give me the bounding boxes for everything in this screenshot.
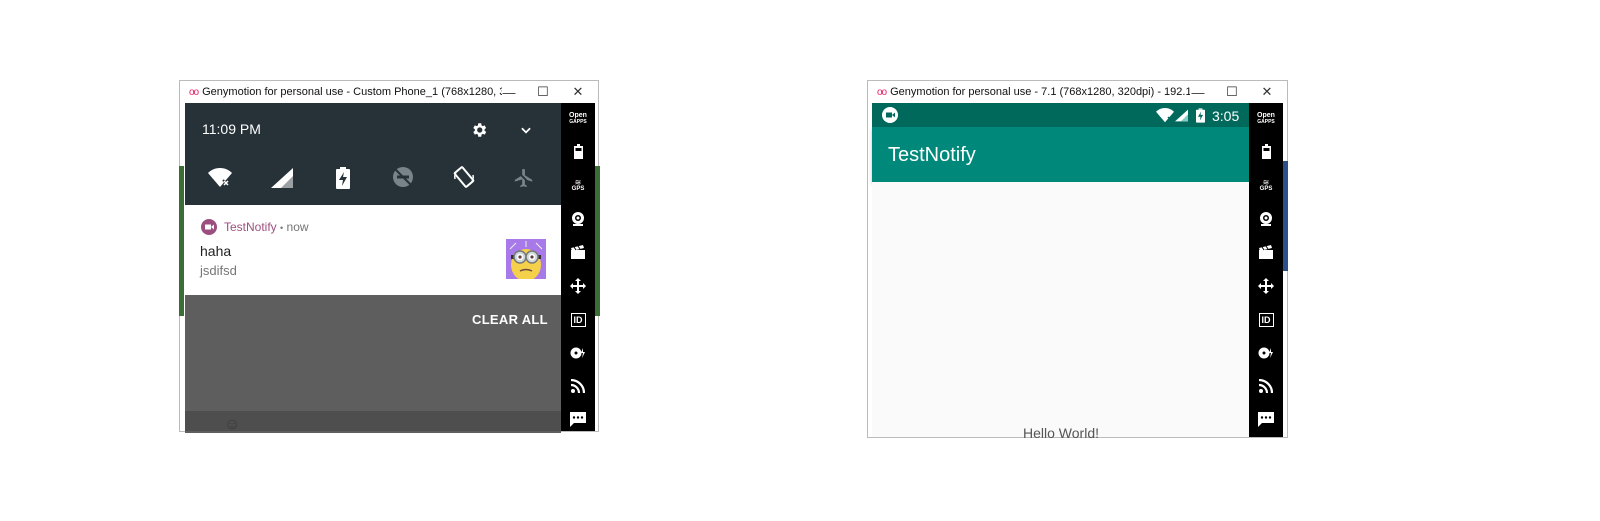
id-icon[interactable]: ID bbox=[561, 310, 595, 330]
status-time: 3:05 bbox=[1212, 108, 1240, 124]
sms-icon[interactable] bbox=[1249, 409, 1283, 429]
cellular-signal-icon bbox=[1175, 109, 1188, 122]
do-not-disturb-off-icon[interactable] bbox=[392, 166, 414, 188]
clear-all-button[interactable]: CLEAR ALL bbox=[472, 312, 548, 327]
navigation-icon[interactable] bbox=[561, 276, 595, 296]
app-notification-icon bbox=[201, 219, 217, 235]
airplane-mode-icon[interactable] bbox=[513, 167, 535, 189]
right-window-title: Genymotion for personal use - 7.1 (768x1… bbox=[890, 86, 1191, 98]
battery-icon[interactable] bbox=[1249, 141, 1283, 161]
right-minimize-button[interactable]: — bbox=[1181, 81, 1215, 103]
rss-icon[interactable] bbox=[1249, 376, 1283, 396]
genymotion-logo-icon: oo bbox=[877, 86, 887, 98]
auto-rotate-icon[interactable] bbox=[452, 165, 476, 189]
hello-world-text: Hello World! bbox=[1023, 425, 1099, 441]
disk-icon[interactable] bbox=[561, 343, 595, 363]
left-desktop-edge bbox=[179, 166, 184, 316]
notification-text: jsdifsd bbox=[200, 263, 237, 278]
left-emulator-window: oo Genymotion for personal use - Custom … bbox=[179, 80, 600, 433]
right-emulator-window: oo Genymotion for personal use - 7.1 (76… bbox=[867, 80, 1288, 441]
gps-icon[interactable]: ≋ GPS bbox=[561, 175, 595, 195]
camera-icon[interactable] bbox=[1249, 209, 1283, 229]
notification-title: haha bbox=[200, 243, 232, 259]
wifi-off-icon[interactable] bbox=[208, 167, 232, 189]
notification-app-name: TestNotify bbox=[224, 220, 277, 234]
notification-card[interactable] bbox=[185, 205, 561, 295]
genymotion-logo-icon: oo bbox=[189, 86, 199, 98]
app-notification-icon bbox=[882, 107, 898, 123]
camera-icon[interactable] bbox=[561, 209, 595, 229]
notification-header: TestNotify • now bbox=[224, 220, 309, 234]
id-icon[interactable]: ID bbox=[1249, 310, 1283, 330]
media-icon[interactable] bbox=[561, 242, 595, 262]
left-minimize-button[interactable]: — bbox=[492, 81, 526, 103]
notification-time: now bbox=[286, 220, 309, 234]
gps-icon[interactable]: ≋ GPS bbox=[1249, 175, 1283, 195]
right-desktop-edge bbox=[595, 166, 600, 316]
gear-icon[interactable] bbox=[470, 121, 488, 139]
rss-icon[interactable] bbox=[561, 376, 595, 396]
wifi-off-icon bbox=[1156, 108, 1174, 123]
left-close-button[interactable]: ✕ bbox=[561, 81, 595, 103]
app-content bbox=[872, 182, 1249, 437]
right-desktop-edge bbox=[1283, 161, 1288, 271]
battery-icon[interactable] bbox=[561, 141, 595, 161]
right-maximize-button[interactable]: ☐ bbox=[1215, 81, 1249, 103]
open-gapps-icon[interactable]: Open GAPPS bbox=[1249, 109, 1283, 129]
minion-large-icon bbox=[506, 239, 546, 279]
battery-charging-icon bbox=[1196, 108, 1205, 123]
emoji-icon: ☺ bbox=[224, 416, 241, 433]
notification-separator: • bbox=[280, 223, 284, 233]
sms-icon[interactable] bbox=[561, 409, 595, 429]
app-title: TestNotify bbox=[888, 144, 976, 166]
android-status-bar bbox=[872, 103, 1249, 127]
disk-icon[interactable] bbox=[1249, 343, 1283, 363]
navigation-icon[interactable] bbox=[1249, 276, 1283, 296]
left-window-title: Genymotion for personal use - Custom Pho… bbox=[202, 86, 502, 98]
right-close-button[interactable]: ✕ bbox=[1250, 81, 1284, 103]
media-icon[interactable] bbox=[1249, 242, 1283, 262]
cellular-signal-icon[interactable] bbox=[271, 168, 293, 188]
qs-time: 11:09 PM bbox=[202, 121, 261, 137]
chevron-down-icon[interactable] bbox=[519, 123, 533, 137]
battery-charging-icon[interactable] bbox=[336, 167, 350, 189]
open-gapps-icon[interactable]: Open GAPPS bbox=[561, 109, 595, 129]
keyboard-emoji-row bbox=[185, 411, 561, 431]
left-maximize-button[interactable]: ☐ bbox=[526, 81, 560, 103]
quick-settings-panel bbox=[185, 103, 561, 205]
